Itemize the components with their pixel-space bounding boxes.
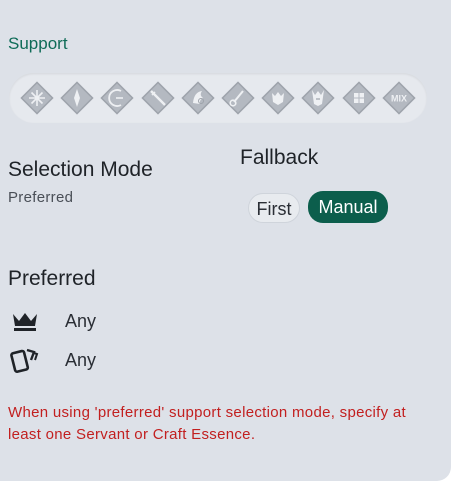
mix-label: MIX (391, 94, 407, 104)
caster-icon[interactable] (180, 80, 216, 116)
mix-icon[interactable]: MIX (381, 80, 417, 116)
preferred-title: Preferred (8, 267, 96, 290)
fallback-label: Fallback (240, 146, 319, 169)
fallback-manual-chip[interactable]: Manual (308, 191, 388, 223)
preferred-servant-row[interactable]: Any (10, 308, 96, 334)
preferred-servant-value: Any (65, 310, 97, 331)
support-settings-card: Support MIX Selection Mode Preferred Fal… (0, 0, 451, 481)
fallback-first-chip[interactable]: First (248, 193, 300, 223)
rider-icon[interactable] (140, 80, 176, 116)
section-title: Support (8, 34, 68, 53)
selection-mode-label: Selection Mode (8, 158, 153, 181)
selection-mode-value[interactable]: Preferred (8, 189, 73, 206)
validation-warning: When using 'preferred' support selection… (8, 404, 407, 443)
preferred-craft-essence-value: Any (65, 349, 97, 370)
lancer-icon[interactable] (99, 80, 135, 116)
assassin-icon[interactable] (220, 80, 256, 116)
extra-icon[interactable] (300, 80, 336, 116)
saber-icon[interactable] (19, 80, 55, 116)
crown-icon (13, 313, 37, 331)
archer-icon[interactable] (59, 80, 95, 116)
all-icon[interactable] (341, 80, 377, 116)
class-filter-bar: MIX (9, 73, 427, 123)
cards-icon (10, 348, 39, 374)
berserker-icon[interactable] (260, 80, 296, 116)
preferred-craft-essence-row[interactable]: Any (10, 346, 96, 374)
